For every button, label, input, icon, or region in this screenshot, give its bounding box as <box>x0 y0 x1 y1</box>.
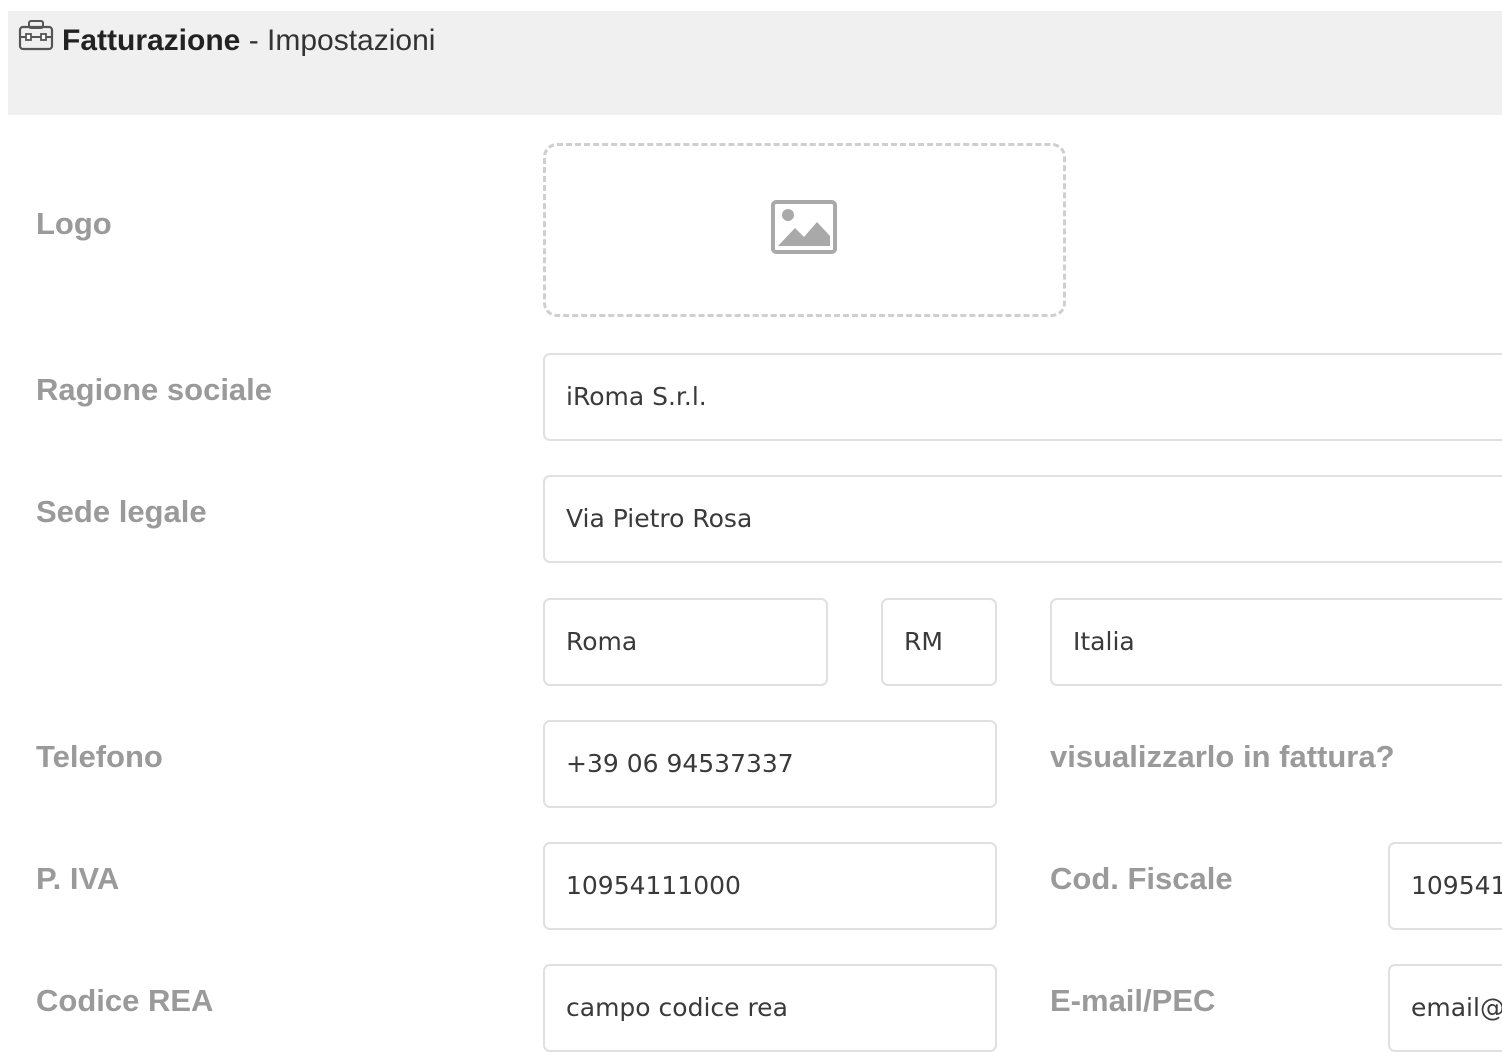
page-header: Fatturazione - Impostazioni <box>8 11 1502 115</box>
telefono-input[interactable]: +39 06 94537337 <box>543 720 997 808</box>
logo-upload-dropzone[interactable] <box>543 143 1066 317</box>
paese-input[interactable]: Italia <box>1050 598 1502 686</box>
codice-rea-input[interactable]: campo codice rea <box>543 964 997 1052</box>
ragione-sociale-input[interactable]: iRoma S.r.l. <box>543 353 1502 441</box>
page-title-sub: Impostazioni <box>267 24 436 57</box>
telefono-label: Telefono <box>36 739 163 774</box>
email-pec-label: E-mail/PEC <box>1050 983 1216 1018</box>
email-pec-input[interactable]: email@p <box>1388 964 1502 1052</box>
page-title: Fatturazione - Impostazioni <box>62 23 435 59</box>
show-phone-in-invoice-label: visualizzarlo in fattura? <box>1050 739 1395 774</box>
piva-input[interactable]: 10954111000 <box>543 842 997 930</box>
image-placeholder-icon <box>771 200 837 254</box>
sede-legale-via-input[interactable]: Via Pietro Rosa <box>543 475 1502 563</box>
codice-rea-label: Codice REA <box>36 983 214 1018</box>
page-title-main: Fatturazione <box>62 24 241 57</box>
cod-fiscale-input[interactable]: 109541 <box>1388 842 1502 930</box>
toolbox-icon <box>18 17 54 53</box>
page-title-separator: - <box>240 24 268 57</box>
piva-label: P. IVA <box>36 861 120 896</box>
ragione-sociale-label: Ragione sociale <box>36 372 273 407</box>
logo-label: Logo <box>36 206 112 241</box>
sede-legale-label: Sede legale <box>36 494 207 529</box>
provincia-input[interactable]: RM <box>881 598 997 686</box>
citta-input[interactable]: Roma <box>543 598 828 686</box>
cod-fiscale-label: Cod. Fiscale <box>1050 861 1233 896</box>
